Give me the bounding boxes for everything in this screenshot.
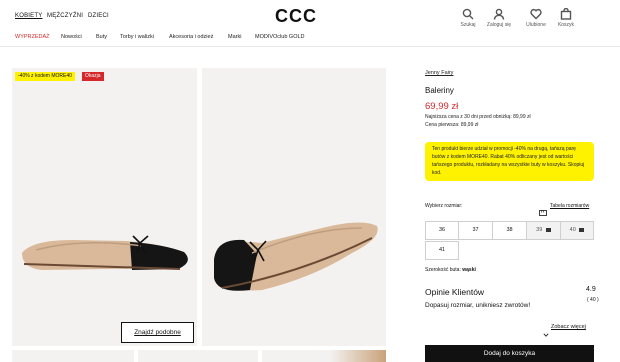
cart-label[interactable]: Koszyk <box>546 22 586 28</box>
nav-accessories[interactable]: Akcesoria i odzież <box>169 34 213 40</box>
nav-modivoclub[interactable]: MODIVOclub GOLD <box>255 34 305 40</box>
ruler-icon[interactable] <box>539 203 547 221</box>
product-photo-2[interactable] <box>202 68 386 346</box>
see-more-link[interactable]: Zobacz więcej <box>551 324 586 330</box>
promo-box[interactable]: Ten produkt bierze udział w promocji -40… <box>425 142 594 181</box>
heart-icon[interactable] <box>529 7 543 21</box>
header-divider <box>0 46 620 47</box>
nav-shoes[interactable]: Buty <box>96 34 107 40</box>
size-option-38[interactable]: 38 <box>492 221 527 240</box>
promo-badge: -40% z kodem MORE40 <box>15 72 75 81</box>
thumbnail-1[interactable] <box>12 350 134 362</box>
bag-icon[interactable] <box>559 7 573 21</box>
reviews-title: Opinie Klientów <box>425 287 485 297</box>
nav-bags[interactable]: Torby i walizki <box>120 34 154 40</box>
ballerina-side-image <box>22 235 188 270</box>
size-39-label: 39 <box>536 227 543 233</box>
rating-score: 4.9 <box>586 286 596 293</box>
size-option-40[interactable]: 40 <box>560 221 594 240</box>
size-option-41[interactable]: 41 <box>425 241 459 260</box>
login-label[interactable]: Zaloguj się <box>479 22 519 28</box>
user-icon[interactable] <box>492 7 506 21</box>
nav-sale[interactable]: WYPRZEDAŻ <box>15 34 50 40</box>
find-similar-button[interactable]: Znajdź podobne <box>121 322 194 343</box>
size-40-label: 40 <box>569 227 576 233</box>
chevron-down-icon[interactable] <box>543 325 549 337</box>
reviews-count: ( 40 ) <box>587 297 599 303</box>
shoe-width: Szerokość buta: wąski <box>425 267 476 273</box>
thumbnail-3[interactable] <box>262 350 386 362</box>
add-to-cart-button[interactable]: Dodaj do koszyka <box>425 345 594 362</box>
mail-icon <box>579 227 585 232</box>
ballerina-angle-image <box>214 222 378 291</box>
nav-new[interactable]: Nowości <box>61 34 82 40</box>
top-header: KOBIETY MĘŻCZYŹNI DZIECI CCC Szukaj Zalo… <box>0 0 620 30</box>
deal-badge: Okazja <box>82 72 104 81</box>
reviews-subtitle: Dopasuj rozmiar, unikniesz zwrotów! <box>425 302 531 309</box>
shoe-width-label: Szerokość buta: <box>425 267 461 273</box>
shoe-width-value: wąski <box>462 267 476 273</box>
search-icon[interactable] <box>461 7 475 21</box>
product-photo-1[interactable] <box>12 68 197 346</box>
mail-icon <box>545 227 551 232</box>
first-price-info: Cena pierwsza: 89,99 zł <box>425 122 479 128</box>
size-table-link[interactable]: Tabela rozmiarów <box>550 203 589 209</box>
lowest-price-info: Najniższa cena z 30 dni przed obniżką: 8… <box>425 114 531 120</box>
nav-brands[interactable]: Marki <box>228 34 241 40</box>
size-option-37[interactable]: 37 <box>458 221 493 240</box>
tab-women[interactable]: KOBIETY <box>15 13 42 19</box>
tab-kids[interactable]: DZIECI <box>88 13 109 19</box>
thumbnail-2[interactable] <box>138 350 258 362</box>
tab-men[interactable]: MĘŻCZYŹNI <box>47 13 83 19</box>
size-option-36[interactable]: 36 <box>425 221 459 240</box>
brand-link[interactable]: Jenny Fairy <box>425 70 453 76</box>
product-name: Baleriny <box>425 86 454 95</box>
product-price: 69,99 zł <box>425 101 459 112</box>
size-option-39[interactable]: 39 <box>526 221 561 240</box>
logo[interactable]: CCC <box>275 6 317 27</box>
size-label: Wybierz rozmiar: <box>425 203 463 209</box>
